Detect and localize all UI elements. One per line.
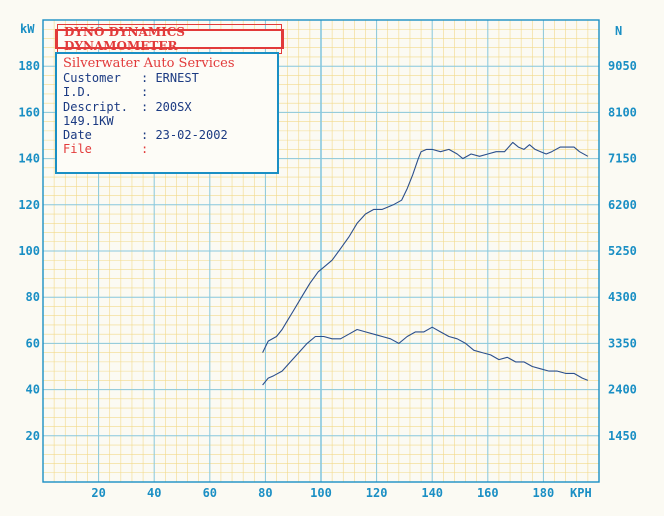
y-right-tick-label: 4300 — [608, 290, 637, 304]
y-left-tick-label: 120 — [18, 198, 40, 212]
dyno-chart: kW N KPH 20 40 60 80 100 120 140 160 180 1450 2400 335… — [0, 0, 664, 512]
info-sep: : — [141, 99, 156, 114]
y-right-tick-label: 8100 — [608, 105, 637, 119]
chart-title: DYNO DYNAMICS DYNAMOMETER — [57, 24, 282, 54]
info-key: Date — [63, 128, 92, 143]
info-sep: : — [141, 128, 156, 143]
x-tick-label: 180 — [533, 486, 555, 500]
info-key: File — [63, 142, 92, 157]
info-row: 149.1KW — [63, 114, 271, 128]
x-unit-label: KPH — [570, 486, 592, 500]
info-sep: : — [141, 85, 156, 100]
y-left-tick-label: 140 — [18, 152, 40, 166]
info-value: 200SX — [155, 99, 192, 114]
info-row: Customer: ERNEST — [63, 71, 271, 85]
info-row: File: — [63, 142, 271, 156]
info-key: Customer — [63, 71, 121, 86]
x-tick-label: 120 — [366, 486, 388, 500]
info-value: ERNEST — [155, 71, 199, 86]
y-right-tick-label: 5250 — [608, 244, 637, 258]
series-line-power — [262, 141, 589, 353]
y-right-tick-label: 6200 — [608, 198, 637, 212]
info-key: Descript. — [63, 99, 129, 114]
y-right-unit-label: N — [615, 24, 622, 38]
info-row: I.D.: — [63, 85, 271, 99]
y-left-tick-label: 80 — [26, 290, 40, 304]
info-rows: Customer: ERNEST I.D.: Descript.: 200SX 14… — [63, 71, 271, 156]
info-panel: Silverwater Auto Services Customer: ERNE… — [55, 52, 279, 174]
info-company: Silverwater Auto Services — [63, 56, 235, 71]
x-tick-label: 60 — [203, 486, 217, 500]
y-left-tick-label: 60 — [26, 336, 40, 350]
y-left-tick-label: 160 — [18, 105, 40, 119]
y-left-tick-label: 100 — [18, 244, 40, 258]
x-tick-label: 40 — [147, 486, 161, 500]
chart-title-box: DYNO DYNAMICS DYNAMOMETER — [55, 24, 284, 54]
y-left-tick-label: 20 — [26, 429, 40, 443]
y-right-tick-label: 1450 — [608, 429, 637, 443]
y-left-unit-label: kW — [20, 22, 35, 36]
info-key: I.D. — [63, 85, 92, 100]
series-line-force — [262, 326, 589, 386]
y-right-tick-label: 2400 — [608, 383, 637, 397]
info-sep: : — [141, 71, 156, 86]
y-left-tick-label: 180 — [18, 59, 40, 73]
x-tick-label: 80 — [258, 486, 272, 500]
info-row: Date: 23-02-2002 — [63, 128, 271, 142]
x-tick-label: 20 — [91, 486, 105, 500]
y-left-tick-label: 40 — [26, 383, 40, 397]
x-tick-label: 160 — [477, 486, 499, 500]
series — [262, 141, 589, 386]
info-row: Descript.: 200SX — [63, 100, 271, 114]
info-sep: : — [141, 142, 156, 157]
y-right-tick-label: 9050 — [608, 59, 637, 73]
x-tick-label: 140 — [421, 486, 443, 500]
y-right-tick-label: 7150 — [608, 152, 637, 166]
info-value: 23-02-2002 — [155, 128, 228, 143]
x-tick-label: 100 — [310, 486, 332, 500]
y-right-tick-label: 3350 — [608, 336, 637, 350]
info-key: 149.1KW — [63, 113, 114, 128]
